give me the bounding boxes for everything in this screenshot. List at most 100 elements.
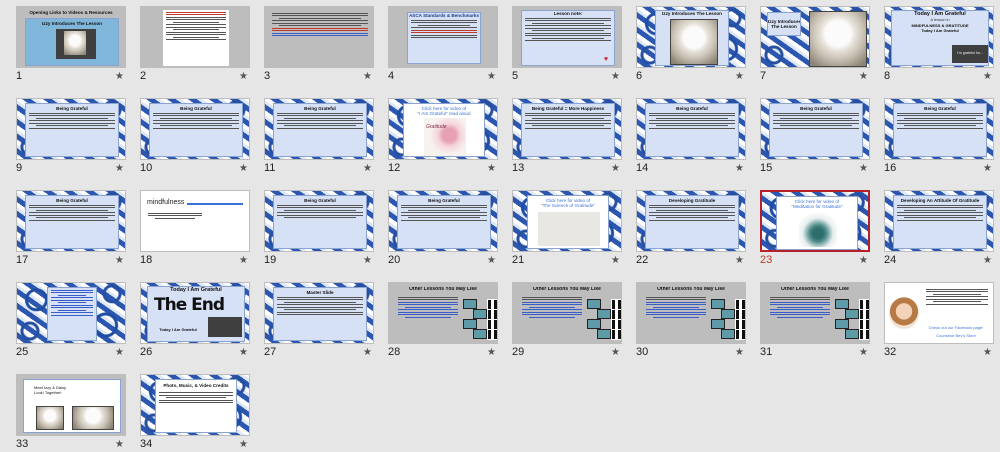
slide-preview[interactable] xyxy=(264,6,374,68)
slide-preview[interactable]: Today I Am Grateful The End Today I Am Gra… xyxy=(140,282,250,344)
slide-thumbnail-28[interactable]: Other Lessons You May Like 28 ★ xyxy=(388,282,498,360)
content-panel: Master Slide xyxy=(273,287,367,341)
slide-preview[interactable]: Developing Gratitude xyxy=(636,190,746,252)
lesson-preview-image xyxy=(721,309,735,319)
slide-thumbnail-27[interactable]: Master Slide 27 ★ xyxy=(264,282,374,360)
slide-preview[interactable]: Developing An Attitude Of Gratitude xyxy=(884,190,994,252)
slide-thumbnail-20[interactable]: Being Grateful 20 ★ xyxy=(388,190,498,268)
slide-title-text: Master Slide xyxy=(306,290,334,295)
slide-preview[interactable]: Check out our Facebook page! Counselor Be… xyxy=(884,282,994,344)
slide-thumbnail-9[interactable]: Being Grateful 9 ★ xyxy=(16,98,126,176)
slide-preview[interactable] xyxy=(16,282,126,344)
text-line xyxy=(153,120,239,121)
text-line xyxy=(159,392,233,393)
slide-thumbnail-16[interactable]: Being Grateful 16 ★ xyxy=(884,98,994,176)
slide-thumbnail-17[interactable]: Being Grateful 17 ★ xyxy=(16,190,126,268)
slide-preview[interactable]: Being Grateful xyxy=(636,98,746,160)
slide-thumbnail-1[interactable]: Opening Links to Videos & Resources Izzy … xyxy=(16,6,126,84)
slide-preview[interactable]: Being Grateful xyxy=(760,98,870,160)
text-line xyxy=(284,217,356,218)
slide-preview[interactable]: Being Grateful xyxy=(140,98,250,160)
text-line xyxy=(649,127,735,129)
slide-preview[interactable]: Izzy Introduces The Lesson xyxy=(636,6,746,68)
slide-preview[interactable]: Being Grateful xyxy=(16,190,126,252)
slide-preview[interactable] xyxy=(140,6,250,68)
store-link[interactable]: Counselor Bev's Store xyxy=(921,333,991,338)
slide-thumbnail-23[interactable]: Click here for video of "Meditation for G… xyxy=(760,190,870,268)
slide-preview[interactable]: Meet Izzy & Daisy Look! Together! xyxy=(16,374,126,436)
slide-preview[interactable]: Other Lessons You May Like xyxy=(512,282,622,344)
text-line xyxy=(897,214,983,216)
text-line xyxy=(525,122,611,124)
slide-preview[interactable]: mindfulness xyxy=(140,190,250,252)
slide-title-text: Being Grateful = More Happiness xyxy=(531,106,605,111)
slide-thumbnail-12[interactable]: Click here for video of "I Am Grateful" r… xyxy=(388,98,498,176)
slide-thumbnail-33[interactable]: Meet Izzy & Daisy Look! Together! 33 ★ xyxy=(16,374,126,452)
text-line xyxy=(408,209,480,211)
slide-thumbnail-29[interactable]: Other Lessons You May Like 29 ★ xyxy=(512,282,622,360)
slide-thumbnail-13[interactable]: Being Grateful = More Happiness 13 ★ xyxy=(512,98,622,176)
slide-title-text: Developing An Attitude Of Gratitude xyxy=(900,198,980,203)
animation-star-icon: ★ xyxy=(115,255,124,266)
text-line xyxy=(656,125,728,126)
slide-thumbnail-2[interactable]: 2 ★ xyxy=(140,6,250,84)
text-line xyxy=(166,19,226,20)
slide-thumbnail-26[interactable]: Today I Am Grateful The End Today I Am Gra… xyxy=(140,282,250,360)
text-line xyxy=(277,299,363,300)
slide-thumbnail-4[interactable]: ASCA Standards & Benchmarks 4 ★ xyxy=(388,6,498,84)
slide-thumbnail-32[interactable]: Check out our Facebook page! Counselor Be… xyxy=(884,282,994,360)
text-line xyxy=(525,17,611,19)
slide-thumbnail-31[interactable]: Other Lessons You May Like 31 ★ xyxy=(760,282,870,360)
slide-preview[interactable]: Opening Links to Videos & Resources Izzy … xyxy=(16,6,126,68)
text-line xyxy=(770,296,830,298)
slide-preview[interactable]: ASCA Standards & Benchmarks xyxy=(388,6,498,68)
slide-preview[interactable]: Other Lessons You May Like xyxy=(760,282,870,344)
animation-star-icon: ★ xyxy=(115,439,124,450)
slide-thumbnail-30[interactable]: Other Lessons You May Like 30 ★ xyxy=(636,282,746,360)
slide-preview[interactable]: Lesson note: ♥ xyxy=(512,6,622,68)
slide-preview[interactable]: Click here for video of "Meditation for G… xyxy=(760,190,870,252)
slide-thumbnail-15[interactable]: Being Grateful 15 ★ xyxy=(760,98,870,176)
slide-number: 23 xyxy=(760,254,773,266)
content-panel xyxy=(269,11,371,65)
text-line xyxy=(272,12,368,14)
slide-thumbnail-25[interactable]: 25 ★ xyxy=(16,282,126,360)
slide-preview[interactable]: Izzy Introduces The Lesson xyxy=(760,6,870,68)
slide-title-text: Other Lessons You May Like xyxy=(409,287,477,292)
slide-preview[interactable]: Master Slide xyxy=(264,282,374,344)
slide-title-text: Being Grateful xyxy=(180,106,212,111)
text-line xyxy=(36,209,108,211)
slide-preview[interactable]: Photo, Music, & Video Credits xyxy=(140,374,250,436)
slide-thumbnail-5[interactable]: Lesson note: ♥ 5 ★ xyxy=(512,6,622,84)
slide-thumbnail-34[interactable]: Photo, Music, & Video Credits 34 ★ xyxy=(140,374,250,452)
slide-thumbnail-10[interactable]: Being Grateful 10 ★ xyxy=(140,98,250,176)
slide-thumbnail-22[interactable]: Developing Gratitude 22 ★ xyxy=(636,190,746,268)
slide-thumbnail-21[interactable]: Click here for video of "The Science of G… xyxy=(512,190,622,268)
slide-preview[interactable]: Being Grateful = More Happiness xyxy=(512,98,622,160)
slide-thumbnail-14[interactable]: Being Grateful 14 ★ xyxy=(636,98,746,176)
slide-thumbnail-6[interactable]: Izzy Introduces The Lesson 6 ★ xyxy=(636,6,746,84)
text-line xyxy=(284,125,356,126)
slide-preview[interactable]: Being Grateful xyxy=(264,98,374,160)
slide-preview[interactable]: Other Lessons You May Like xyxy=(636,282,746,344)
slide-preview[interactable]: Being Grateful xyxy=(264,190,374,252)
slide-preview[interactable]: Click here for video of "I Am Grateful" r… xyxy=(388,98,498,160)
slide-thumbnail-18[interactable]: mindfulness 18 ★ xyxy=(140,190,250,268)
text-line xyxy=(656,217,728,218)
slide-thumbnail-11[interactable]: Being Grateful 11 ★ xyxy=(264,98,374,176)
slide-thumbnail-7[interactable]: Izzy Introduces The Lesson 7 ★ xyxy=(760,6,870,84)
slide-preview[interactable]: Today I Am Grateful A lesson in MINDFULNES… xyxy=(884,6,994,68)
slide-thumbnail-24[interactable]: Developing An Attitude Of Gratitude 24 ★ xyxy=(884,190,994,268)
slide-preview[interactable]: Click here for video of "The Science of G… xyxy=(512,190,622,252)
slide-preview[interactable]: Being Grateful xyxy=(16,98,126,160)
facebook-link[interactable]: Check out our Facebook page! xyxy=(921,325,991,330)
slide-thumbnail-8[interactable]: Today I Am Grateful A lesson in MINDFULNES… xyxy=(884,6,994,84)
slide-thumbnail-3[interactable]: 3 ★ xyxy=(264,6,374,84)
slide-preview[interactable]: Being Grateful xyxy=(388,190,498,252)
slide-thumbnail-19[interactable]: Being Grateful 19 ★ xyxy=(264,190,374,268)
dog-photo xyxy=(72,406,114,430)
animation-star-icon: ★ xyxy=(239,347,248,358)
slide-preview[interactable]: Being Grateful xyxy=(884,98,994,160)
lesson-preview-image xyxy=(597,329,611,339)
slide-preview[interactable]: Other Lessons You May Like xyxy=(388,282,498,344)
